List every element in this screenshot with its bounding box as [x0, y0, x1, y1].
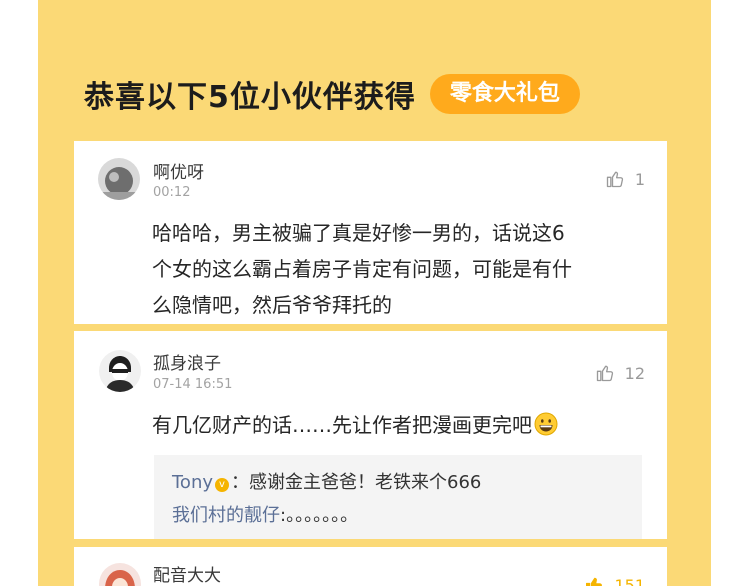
- reply-item: 我们村的靓仔:。。。。。。。: [172, 501, 358, 527]
- like-count: 151: [614, 575, 645, 586]
- reply-text: :。。。。。。。: [280, 505, 359, 526]
- verified-badge-icon: v: [215, 478, 230, 492]
- prize-badge: 零食大礼包: [429, 74, 580, 114]
- page-title: 恭喜以下5位小伙伴获得: [84, 80, 416, 115]
- like-button[interactable]: 1: [605, 169, 645, 189]
- avatar[interactable]: [99, 350, 141, 392]
- comment-card: 孤身浪子 07-14 16:51 12 有几亿财产的话……先让作者把漫画更完吧: [74, 331, 667, 539]
- grinning-face-emoji-icon: [534, 411, 558, 447]
- comment-username[interactable]: 孤身浪子: [153, 349, 221, 374]
- reply-text: ：感谢金主爸爸！老铁来个666: [231, 472, 482, 493]
- comment-time: 07-14 16:51: [153, 377, 233, 392]
- thumbs-up-icon: [606, 171, 623, 188]
- avatar-image-icon: [99, 563, 141, 586]
- comment-text-content: 有几亿财产的话……先让作者把漫画更完吧: [152, 413, 532, 437]
- like-count: 1: [634, 169, 645, 189]
- like-button[interactable]: 12: [595, 363, 645, 383]
- comment-text-line: 哈哈哈，男主被骗了真是好惨一男的，话说这6: [152, 221, 565, 245]
- comment-username[interactable]: 配音大大: [153, 561, 221, 586]
- reply-author[interactable]: 我们村的靓仔: [172, 505, 280, 526]
- avatar[interactable]: [98, 158, 140, 200]
- like-button[interactable]: 151: [584, 575, 645, 586]
- headline: 恭喜以下5位小伙伴获得 零食大礼包: [84, 70, 580, 118]
- winners-panel: 恭喜以下5位小伙伴获得 零食大礼包 啊优呀 00:12 1 哈哈哈，男主被骗了真…: [38, 0, 711, 586]
- thumbs-up-icon: [586, 577, 603, 586]
- comment-text-line: 么隐情吧，然后爷爷拜托的: [152, 293, 392, 317]
- comment-text: 有几亿财产的话……先让作者把漫画更完吧: [152, 407, 558, 447]
- avatar-image-icon: [99, 350, 141, 392]
- comment-card: 配音大大 151: [74, 547, 667, 586]
- avatar-image-icon: [98, 158, 140, 200]
- page: 恭喜以下5位小伙伴获得 零食大礼包 啊优呀 00:12 1 哈哈哈，男主被骗了真…: [0, 0, 750, 586]
- reply-list: Tony v ：感谢金主爸爸！老铁来个666 我们村的靓仔:。。。。。。。: [154, 455, 642, 539]
- avatar[interactable]: [99, 563, 141, 586]
- comment-text-line: 个女的这么霸占着房子肯定有问题，可能是有什: [152, 257, 572, 281]
- comment-text: 哈哈哈，男主被骗了真是好惨一男的，话说这6 个女的这么霸占着房子肯定有问题，可能…: [152, 215, 572, 323]
- comment-card: 啊优呀 00:12 1 哈哈哈，男主被骗了真是好惨一男的，话说这6 个女的这么霸…: [74, 141, 667, 324]
- reply-item: Tony v ：感谢金主爸爸！老铁来个666: [172, 468, 481, 494]
- like-count: 12: [624, 363, 645, 383]
- reply-author[interactable]: Tony: [172, 472, 213, 493]
- comment-username[interactable]: 啊优呀: [153, 158, 204, 183]
- thumbs-up-icon: [596, 365, 613, 382]
- comment-time: 00:12: [153, 185, 191, 200]
